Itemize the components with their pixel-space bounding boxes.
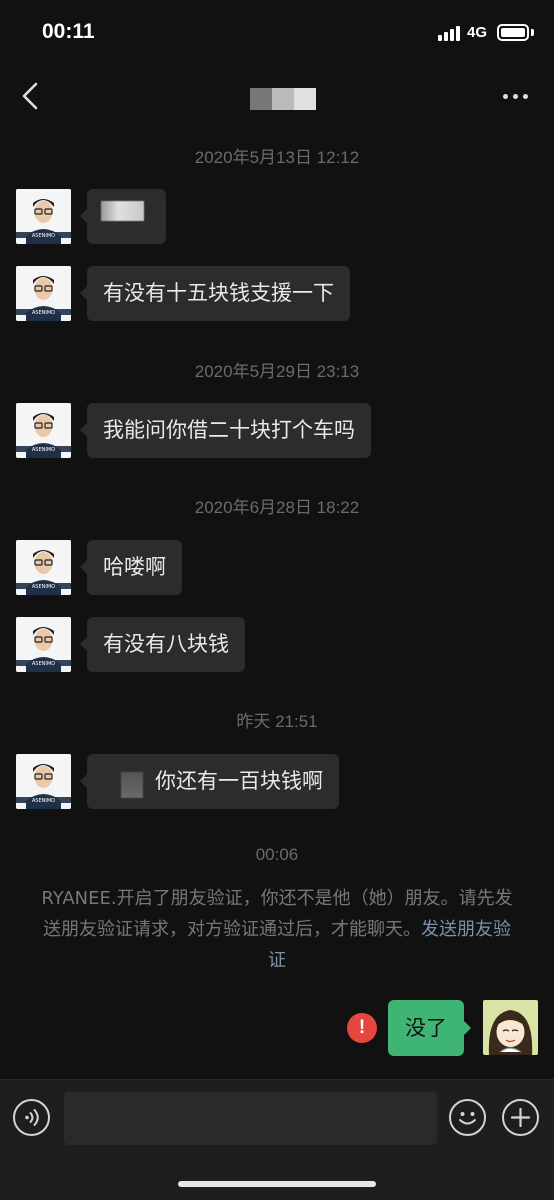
- contact-name-blurred: [250, 88, 316, 110]
- contact-avatar[interactable]: ASENIMO: [16, 540, 71, 595]
- avatar-caption: ASENIMO: [32, 447, 55, 453]
- message-bubble[interactable]: 有没有八块钱: [80, 617, 245, 672]
- avatar-caption: ASENIMO: [32, 310, 55, 316]
- signal-icon: [438, 26, 460, 41]
- message-bubble[interactable]: 我能问你借二十块打个车吗: [80, 403, 371, 458]
- my-avatar[interactable]: [483, 1000, 538, 1055]
- contact-avatar[interactable]: ASENIMO: [16, 266, 71, 321]
- message-bubble[interactable]: 哈喽啊: [80, 540, 182, 595]
- message-bubble[interactable]: 有没有十五块钱支援一下: [80, 266, 350, 321]
- timestamp: 2020年5月29日 23:13: [194, 362, 360, 381]
- emoji-icon[interactable]: [449, 1099, 486, 1136]
- battery-tip: [531, 29, 534, 36]
- timestamp: 昨天 21:51: [236, 712, 318, 731]
- home-indicator: [178, 1181, 376, 1187]
- avatar-caption: ASENIMO: [32, 798, 55, 804]
- message-text: 哈喽啊: [103, 555, 166, 579]
- timestamp: 2020年6月28日 18:22: [194, 498, 360, 517]
- message-text: 我能问你借二十块打个车吗: [103, 418, 355, 442]
- contact-avatar[interactable]: ASENIMO: [16, 617, 71, 672]
- message-bubble[interactable]: 你还有一百块钱啊: [80, 754, 339, 809]
- message-text: 有没有八块钱: [103, 632, 229, 656]
- send-failed-icon[interactable]: !: [347, 1013, 377, 1043]
- my-message-text: 没了: [405, 1016, 447, 1040]
- message-input[interactable]: [64, 1092, 437, 1145]
- blurred-content: [101, 201, 144, 221]
- message-bubble[interactable]: [80, 189, 166, 244]
- voice-icon[interactable]: [13, 1099, 50, 1136]
- network-type: 4G: [467, 24, 488, 41]
- my-message-bubble[interactable]: 没了: [388, 1000, 471, 1056]
- back-icon[interactable]: [18, 80, 42, 112]
- status-bar: 00:11 4G: [0, 0, 554, 66]
- battery-icon: [497, 24, 529, 41]
- message-text: 你还有一百块钱啊: [155, 769, 323, 793]
- message-text: 有没有十五块钱支援一下: [103, 281, 334, 305]
- nav-bar: [0, 66, 554, 130]
- avatar-caption: ASENIMO: [32, 661, 55, 667]
- system-notice: RYANEE.开启了朋友验证，你还不是他（她）朋友。请先发送朋友验证请求，对方验…: [40, 883, 514, 976]
- status-time: 00:11: [42, 20, 95, 43]
- add-icon[interactable]: [502, 1099, 539, 1136]
- blurred-content: [121, 772, 143, 798]
- more-icon[interactable]: [496, 86, 536, 106]
- avatar-caption: ASENIMO: [32, 584, 55, 590]
- contact-avatar[interactable]: ASENIMO: [16, 403, 71, 458]
- call-duration: 00:06: [255, 845, 299, 864]
- contact-avatar[interactable]: ASENIMO: [16, 754, 71, 809]
- avatar-caption: ASENIMO: [32, 233, 55, 239]
- contact-avatar[interactable]: ASENIMO: [16, 189, 71, 244]
- timestamp: 2020年5月13日 12:12: [194, 148, 360, 167]
